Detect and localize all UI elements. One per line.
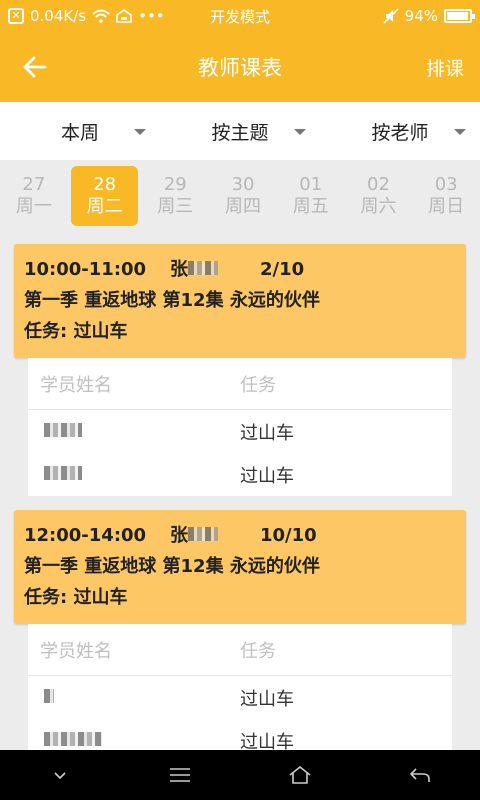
lesson-time: 10:00-11:00 (24, 259, 147, 280)
nav-home-button[interactable] (240, 750, 360, 800)
redacted-text (188, 261, 218, 275)
dev-mode-label: 开发模式 (209, 7, 270, 26)
day-item[interactable]: 03 周日 (412, 166, 480, 226)
student-table: 学员姓名 任务 过山车 过山车 (28, 358, 452, 496)
column-name-header: 学员姓名 (40, 374, 112, 396)
page-title: 教师课表 (198, 56, 282, 80)
day-weekday: 周六 (360, 196, 397, 217)
table-row[interactable]: 过山车 (28, 410, 452, 453)
day-weekday: 周日 (428, 196, 465, 217)
lesson-task: 任务: 过山车 (24, 587, 128, 608)
day-weekday: 周五 (292, 196, 329, 217)
back-button[interactable] (0, 32, 70, 102)
student-table: 学员姓名 任务 过山车 过山车 (28, 624, 452, 750)
nav-collapse-button[interactable] (0, 750, 120, 800)
lesson-title: 第一季 重返地球 第12集 永远的伙伴 (24, 556, 320, 577)
schedule-button[interactable]: 排课 (410, 54, 480, 81)
redacted-student-name (44, 466, 82, 480)
redacted-student-name (44, 423, 82, 437)
day-item[interactable]: 01 周五 (277, 166, 345, 226)
table-header: 学员姓名 任务 (28, 358, 452, 410)
network-speed: 0.04K/s (30, 7, 87, 25)
student-task: 过山车 (240, 465, 294, 487)
day-item-selected[interactable]: 28 周二 (70, 166, 139, 226)
table-row[interactable]: 过山车 (28, 676, 452, 719)
home-icon (289, 765, 311, 784)
teacher-name: 张 (170, 520, 260, 551)
day-date: 29 (163, 174, 187, 195)
day-date: 28 (93, 174, 117, 195)
day-weekday: 周一 (15, 196, 52, 217)
student-task: 过山车 (240, 688, 294, 710)
lesson-title: 第一季 重返地球 第12集 永远的伙伴 (24, 290, 320, 311)
menu-icon (170, 768, 190, 782)
table-row[interactable]: 过山车 (28, 453, 452, 496)
nav-back-button[interactable] (360, 750, 480, 800)
day-date: 30 (231, 174, 255, 195)
day-item[interactable]: 02 周六 (345, 166, 413, 226)
day-item[interactable]: 27 周一 (0, 166, 68, 226)
lesson-card[interactable]: 12:00-14:00 张 10/10 第一季 重返地球 第12集 永远的伙伴 任务… (14, 510, 466, 750)
day-weekday: 周二 (86, 196, 123, 217)
day-weekday: 周四 (225, 196, 262, 217)
lesson-count: 2/10 (260, 259, 305, 280)
system-nav-bar (0, 750, 480, 800)
lesson-list: 10:00-11:00 张 2/10 第一季 重返地球 第12集 永远的伙伴 任务:… (0, 232, 480, 750)
more-dots: ••• (138, 7, 165, 25)
day-weekday: 周三 (157, 196, 194, 217)
day-date: 01 (299, 174, 323, 195)
filter-topic[interactable]: 按主题 (160, 102, 320, 160)
battery-icon (444, 9, 475, 23)
column-task-header: 任务 (240, 640, 276, 662)
filter-week[interactable]: 本周 (0, 102, 160, 160)
lesson-task: 任务: 过山车 (24, 321, 128, 342)
mute-icon (383, 8, 399, 24)
day-item[interactable]: 30 周四 (209, 166, 277, 226)
lesson-card-header[interactable]: 10:00-11:00 张 2/10 第一季 重返地球 第12集 永远的伙伴 任务:… (14, 244, 466, 358)
filter-teacher[interactable]: 按老师 (320, 102, 480, 160)
day-item[interactable]: 29 周三 (141, 166, 209, 226)
filter-teacher-label: 按老师 (371, 121, 429, 144)
nav-menu-button[interactable] (120, 750, 240, 800)
lesson-card-header[interactable]: 12:00-14:00 张 10/10 第一季 重返地球 第12集 永远的伙伴 任务… (14, 510, 466, 624)
redacted-student-name (44, 732, 102, 746)
student-task: 过山车 (240, 422, 294, 444)
wifi-icon (92, 9, 110, 23)
column-name-header: 学员姓名 (40, 640, 112, 662)
arrow-left-icon (23, 56, 47, 78)
dropdown-caret-icon (454, 129, 466, 135)
lesson-time: 12:00-14:00 (24, 525, 147, 546)
filter-bar: 本周 按主题 按老师 (0, 102, 480, 160)
column-task-header: 任务 (240, 374, 276, 396)
filter-week-label: 本周 (60, 121, 99, 144)
day-date: 02 (367, 174, 390, 195)
close-notification-icon: ✕ (8, 8, 24, 24)
lesson-count: 10/10 (260, 525, 317, 546)
back-icon (409, 768, 430, 782)
store-icon (116, 9, 132, 23)
redacted-text (188, 527, 218, 541)
student-task: 过山车 (240, 731, 294, 751)
battery-percent: 94% (404, 7, 438, 25)
table-row[interactable]: 过山车 (28, 719, 452, 750)
chevron-down-icon (54, 772, 66, 780)
day-date: 27 (22, 174, 46, 195)
lesson-card[interactable]: 10:00-11:00 张 2/10 第一季 重返地球 第12集 永远的伙伴 任务:… (14, 244, 466, 496)
filter-topic-label: 按主题 (211, 121, 269, 144)
status-bar: ✕ 0.04K/s ••• 开发模式 94% (0, 0, 480, 32)
dropdown-caret-icon (294, 129, 306, 135)
app-bar: 教师课表 排课 (0, 32, 480, 102)
redacted-student-name (44, 689, 54, 703)
teacher-name: 张 (170, 254, 260, 285)
day-strip: 27 周一 28 周二 29 周三 30 周四 01 周五 02 周六 03 周… (0, 160, 480, 232)
dropdown-caret-icon (134, 129, 146, 135)
day-date: 03 (434, 174, 458, 195)
table-header: 学员姓名 任务 (28, 624, 452, 676)
